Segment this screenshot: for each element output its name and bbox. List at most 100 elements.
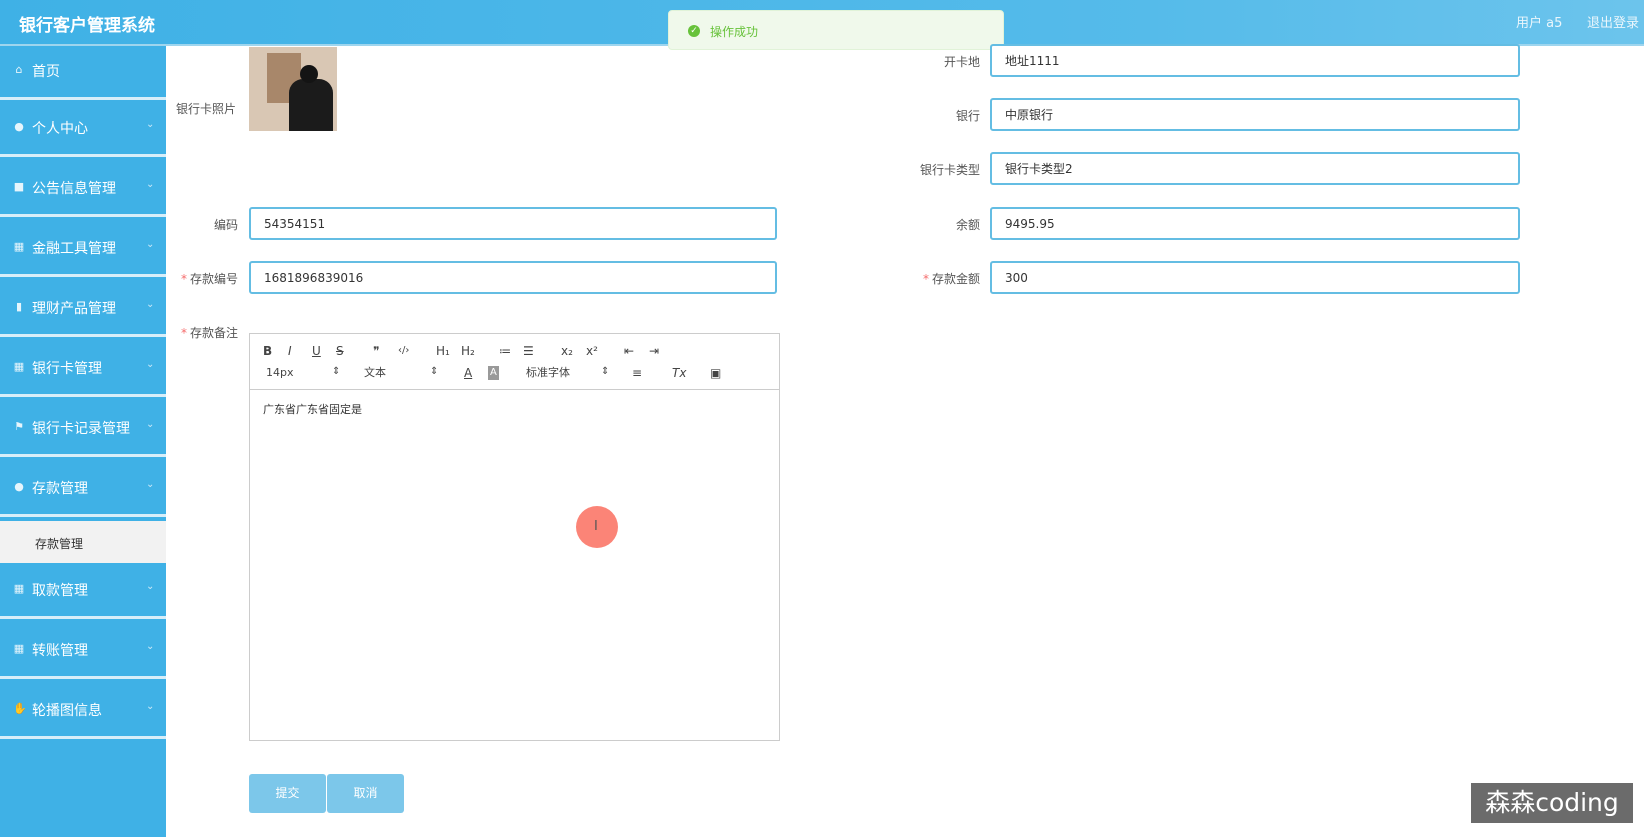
user-icon: ● [14,480,24,493]
code-input[interactable] [249,207,777,240]
sidebar-item-wealth-products[interactable]: ▮ 理财产品管理 ⌄ [0,283,166,337]
sidebar-item-label: 个人中心 [32,121,88,137]
sidebar-item-label: 金融工具管理 [32,241,116,257]
cancel-button[interactable]: 取消 [327,774,404,813]
card-photo-label: 银行卡照片 [176,102,237,116]
card-location-label: 开卡地 [943,55,980,69]
deposit-no-label: * 存款编号 [150,270,238,287]
sidebar-item-carousel[interactable]: ✋ 轮播图信息 ⌄ [0,685,166,739]
check-circle-icon: ✓ [688,25,700,37]
sidebar-subitem-label: 存款管理 [35,537,84,551]
chevron-down-icon: ⌄ [146,179,155,190]
sidebar-item-home[interactable]: ⌂ 首页 [0,46,166,100]
editor-toolbar: B I U S ❞ ‹/› H₁ H₂ ≔ ☰ x₂ x² ⇤ ⇥ 14px ⇕… [250,334,779,390]
sidebar-item-label: 存款管理 [32,481,88,497]
sidebar-subitem-deposit-management[interactable]: 存款管理 [0,521,166,563]
sidebar-item-personal-center[interactable]: ● 个人中心 ⌄ [0,103,166,157]
deposit-amount-input[interactable] [990,261,1520,294]
required-mark: * [922,272,929,286]
header-select[interactable]: 文本 [364,366,386,380]
strike-button[interactable]: S [336,344,344,358]
deposit-remark-label-text: 存款备注 [189,326,238,340]
bold-button[interactable]: B [263,344,272,358]
code-block-button[interactable]: ‹/› [398,344,409,358]
editor-content[interactable]: 广东省广东省固定是 [263,401,362,417]
grid-icon: ▦ [13,582,25,595]
deposit-amount-label-text: 存款金额 [931,272,980,286]
ordered-list-button[interactable]: ≔ [499,344,511,358]
sidebar-item-label: 理财产品管理 [32,301,116,317]
sidebar-item-label: 轮播图信息 [32,703,102,719]
grid-icon: ▦ [13,240,25,253]
bullet-list-button[interactable]: ☰ [523,344,534,358]
font-size-select[interactable]: 14px [266,366,294,380]
balance-label: 余额 [955,218,980,232]
success-toast: ✓ 操作成功 [668,10,1004,50]
bank-label: 银行 [955,109,980,123]
home-icon: ⌂ [15,63,23,76]
logout-link[interactable]: 退出登录 [1587,12,1639,31]
app-title: 银行客户管理系统 [19,16,155,36]
sidebar-item-label: 转账管理 [32,643,88,659]
align-button[interactable]: ≡ [632,366,642,380]
clean-format-button[interactable]: Tx [672,366,686,380]
balance-input[interactable] [990,207,1520,240]
current-user-label[interactable]: 用户 a5 [1516,12,1562,31]
sidebar-item-transfers[interactable]: ▦ 转账管理 ⌄ [0,625,166,679]
text-color-button[interactable]: A [464,366,472,380]
sidebar-item-label: 取款管理 [32,583,88,599]
sidebar-item-financial-tools[interactable]: ▦ 金融工具管理 ⌄ [0,223,166,277]
chevron-down-icon: ⌄ [146,581,155,592]
chevron-down-icon: ⌄ [146,419,155,430]
deposit-no-input[interactable] [249,261,777,294]
chevron-updown-icon: ⇕ [430,366,439,377]
sidebar-item-bank-cards[interactable]: ▦ 银行卡管理 ⌄ [0,343,166,397]
card-type-label: 银行卡类型 [919,163,980,177]
image-button[interactable]: ▣ [710,366,721,380]
user-icon: ● [14,120,24,133]
photo-person [289,79,333,131]
font-family-select[interactable]: 标准字体 [526,366,570,380]
submit-button[interactable]: 提交 [249,774,326,813]
grid-icon: ▦ [13,360,25,373]
chevron-updown-icon: ⇕ [601,366,610,377]
italic-button[interactable]: I [288,344,292,358]
outdent-button[interactable]: ⇤ [624,344,634,358]
toast-message: 操作成功 [710,25,759,39]
text-cursor-icon: I [594,519,598,534]
chevron-updown-icon: ⇕ [332,366,341,377]
sidebar-item-label: 银行卡管理 [32,361,102,377]
superscript-button[interactable]: x² [586,344,598,358]
sidebar-item-notices[interactable]: ■ 公告信息管理 ⌄ [0,163,166,217]
sidebar-item-card-records[interactable]: ⚑ 银行卡记录管理 ⌄ [0,403,166,457]
chevron-down-icon: ⌄ [146,701,155,712]
watermark: 森森coding [1471,783,1633,823]
background-color-button[interactable]: A [488,366,499,380]
sidebar-item-label: 银行卡记录管理 [32,421,130,437]
deposit-no-label-text: 存款编号 [189,272,238,286]
bank-input[interactable] [990,98,1520,131]
subscript-button[interactable]: x₂ [561,344,573,358]
card-type-input[interactable] [990,152,1520,185]
deposit-amount-label: * 存款金额 [890,270,980,287]
thumb-icon: ✋ [13,702,27,715]
blockquote-button[interactable]: ❞ [373,344,379,358]
chevron-down-icon: ⌄ [146,239,155,250]
grid-icon: ▦ [13,642,25,655]
chevron-down-icon: ⌄ [146,359,155,370]
sidebar-item-deposits[interactable]: ● 存款管理 ⌄ [0,463,166,517]
sidebar-item-withdrawals[interactable]: ▦ 取款管理 ⌄ [0,565,166,619]
remark-rich-text-editor: B I U S ❞ ‹/› H₁ H₂ ≔ ☰ x₂ x² ⇤ ⇥ 14px ⇕… [249,333,780,741]
sidebar: ⌂ 首页 ● 个人中心 ⌄ ■ 公告信息管理 ⌄ ▦ 金融工具管理 ⌄ ▮ 理财… [0,46,166,837]
notice-icon: ■ [13,180,25,193]
card-location-input[interactable] [990,44,1520,77]
indent-button[interactable]: ⇥ [649,344,659,358]
card-photo[interactable] [249,47,337,131]
required-mark: * [180,272,187,286]
sidebar-item-label: 首页 [32,64,60,80]
sidebar-item-label: 公告信息管理 [32,181,116,197]
bar-chart-icon: ▮ [15,300,23,313]
h1-button[interactable]: H₁ [436,344,450,358]
underline-button[interactable]: U [312,344,321,358]
h2-button[interactable]: H₂ [461,344,475,358]
